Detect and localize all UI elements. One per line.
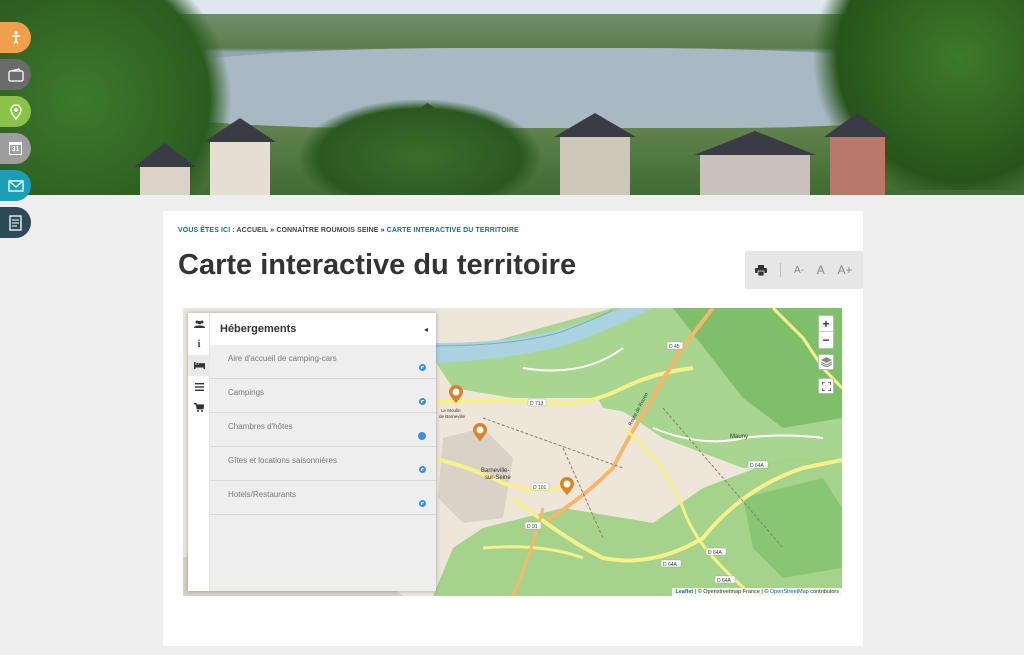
layer-label: Hotels/Restaurants [228,490,297,499]
zoom-control: + − [818,315,834,349]
tab-info-icon[interactable]: i [188,334,210,355]
interactive-map[interactable]: Barneville- sur-Seine Mauny Le Moulin de… [183,308,842,596]
layer-label: Aire d'accueil de camping-cars [228,354,337,363]
map-sidebar-tabs: i [188,313,210,591]
layer-label: Gîtes et locations saisonnières [228,456,337,465]
map-sidebar-body: Hébergements ◂ Aire d'accueil de camping… [210,313,436,591]
page-tools: A- A A+ [745,251,863,289]
breadcrumb: VOUS ÊTES ICI : ACCUEIL » CONNAÎTRE ROUM… [178,227,519,234]
tab-list-icon[interactable] [188,376,210,397]
layer-item-campings[interactable]: Campings [210,379,436,413]
zoom-in-button[interactable]: + [819,316,833,332]
breadcrumb-item-connaitre[interactable]: CONNAÎTRE ROUMOIS SEINE [276,227,378,234]
font-decrease-button[interactable]: A- [794,265,804,276]
layer-item-hotels-restaurants[interactable]: Hotels/Restaurants [210,481,436,515]
map-attribution: Leaflet | © Openstreetmap France | © Ope… [672,588,842,596]
map-marker-pin-icon[interactable] [472,422,488,442]
layer-radio[interactable] [419,364,426,371]
calendar-icon[interactable]: 31 [0,133,31,164]
layer-label: Chambres d'hôtes [228,422,293,431]
layers-icon[interactable] [818,354,834,370]
zoom-out-button[interactable]: − [819,332,833,348]
trees-middle [300,100,540,195]
content-card: VOUS ÊTES ICI : ACCUEIL » CONNAÎTRE ROUM… [163,211,863,646]
panel-header: Hébergements ◂ [210,313,436,345]
map-label-town: Barneville- [481,468,509,474]
tools-separator [780,263,782,277]
breadcrumb-item-home[interactable]: ACCUEIL [237,227,269,234]
layer-radio[interactable] [419,500,426,507]
map-label-road: D 91 [527,524,538,530]
breadcrumb-separator: » [270,227,275,234]
layer-label: Campings [228,388,265,397]
layer-item-chambres-hotes[interactable]: Chambres d'hôtes [210,413,436,447]
font-increase-button[interactable]: A+ [838,263,853,277]
brochure-icon[interactable] [0,207,31,238]
tab-bed-icon[interactable] [188,355,210,376]
side-quick-links: 31 [0,22,34,244]
attribution-contributors: contributors [808,589,839,595]
breadcrumb-item-current: CARTE INTERACTIVE DU TERRITOIRE [386,227,519,234]
breadcrumb-lead: VOUS ÊTES ICI : [178,227,235,234]
layer-item-gites[interactable]: Gîtes et locations saisonnières [210,447,436,481]
map-label-town: de Barneville [439,414,466,419]
tab-group-icon[interactable] [188,313,210,334]
breadcrumb-separator: » [380,227,385,234]
layer-radio-selected[interactable] [418,432,426,440]
map-label-road: D 64A [717,578,732,584]
leaflet-link[interactable]: Leaflet [675,589,693,595]
map-label-road: D 64A [708,550,723,556]
map-label-road: D 45 [669,344,680,350]
map-label-road: D 64A [750,463,765,469]
collapse-panel-button[interactable]: ◂ [424,325,428,334]
map-label-town: Le Moulin [441,408,461,413]
map-label-town: sur-Seine [485,475,511,481]
map-marker-pin-icon[interactable] [559,476,575,496]
accessibility-icon[interactable] [0,22,31,53]
page-title: Carte interactive du territoire [178,249,577,281]
osm-link[interactable]: OpenStreetMap [770,589,809,595]
layer-radio[interactable] [419,398,426,405]
map-label-road: D 64A [663,562,678,568]
map-label-town: Mauny [730,434,748,440]
calendar-day-text: 31 [8,142,23,155]
layer-radio[interactable] [419,466,426,473]
map-label-road: D 713 [530,401,544,407]
print-icon[interactable] [755,264,768,276]
map-marker-pin-icon[interactable] [448,384,464,404]
hero-banner-image [0,0,1024,195]
font-normal-button[interactable]: A [817,263,825,277]
mail-icon[interactable] [0,170,31,201]
map-sidebar-panel: i Hébergements ◂ Aire d'accueil de campi… [188,313,436,591]
wallet-icon[interactable] [0,59,31,90]
panel-title: Hébergements [220,323,297,335]
layer-item-camping-cars[interactable]: Aire d'accueil de camping-cars [210,345,436,379]
map-label-road: D 101 [533,485,547,491]
tab-cart-icon[interactable] [188,397,210,418]
fullscreen-icon[interactable] [818,378,834,394]
location-pin-icon[interactable] [0,96,31,127]
attribution-text: | © Openstreetmap France | © [693,589,770,595]
